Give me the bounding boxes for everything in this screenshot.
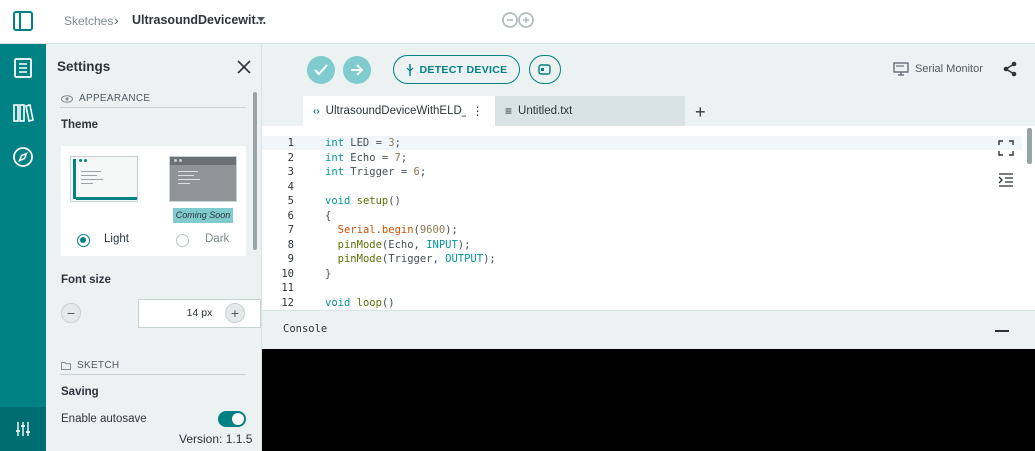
board-selector-button[interactable] — [529, 55, 561, 84]
settings-panel: Settings APPEARANCE Theme Coming Soon Li… — [46, 44, 262, 451]
line-number: 7 — [287, 224, 294, 236]
usb-icon — [406, 63, 413, 76]
line-number: 6 — [287, 209, 294, 222]
tab-sketch-label: UltrasoundDeviceWithELD_5 — [325, 105, 466, 117]
code-line: { — [325, 209, 332, 222]
light-theme-thumbnail[interactable] — [70, 156, 138, 202]
reference-compass-icon[interactable] — [12, 146, 34, 168]
dark-theme-label: Dark — [205, 233, 230, 245]
settings-title: Settings — [57, 59, 111, 74]
editor-tabs: ‹› UltrasoundDeviceWithELD_5 ⋮ ≡ Untitle… — [262, 96, 1035, 126]
line-number: 2 — [287, 151, 294, 164]
version-label: Version: 1.1.5 — [179, 432, 253, 446]
code-line: } — [325, 267, 332, 280]
code-line: pinMode(Trigger, OUTPUT); — [337, 253, 496, 265]
dark-theme-radio[interactable] — [176, 234, 189, 247]
line-number: 1 — [287, 137, 294, 149]
upload-button[interactable] — [343, 56, 371, 84]
editor-scrollbar[interactable] — [1027, 128, 1032, 164]
code-editor[interactable]: 1 2 3 4 5 6 7 8 9 10 11 12 int LED = 3; i… — [262, 126, 1035, 310]
close-icon[interactable] — [237, 60, 251, 74]
sketch-section-heading: SKETCH — [61, 360, 119, 371]
divider — [60, 374, 246, 375]
serial-monitor-label: Serial Monitor — [915, 63, 983, 75]
breadcrumb-sketches[interactable]: Sketches — [64, 14, 113, 28]
folder-icon — [61, 361, 71, 370]
chevron-down-icon[interactable] — [257, 17, 265, 23]
sketchbook-icon[interactable] — [12, 57, 34, 79]
divider — [60, 107, 246, 108]
font-size-increase-button[interactable]: + — [225, 303, 245, 323]
sketch-heading-label: SKETCH — [77, 360, 120, 371]
saving-label: Saving — [61, 386, 99, 398]
appearance-section-heading: APPEARANCE — [61, 93, 150, 104]
code-line: int Echo = 7; — [325, 151, 408, 164]
console-output — [262, 349, 1035, 451]
theme-selector: Coming Soon Light Dark — [61, 146, 246, 256]
left-nav-bar — [0, 44, 46, 451]
libraries-icon[interactable] — [12, 102, 34, 124]
arduino-logo-icon — [502, 12, 534, 28]
code-line: void setup() — [325, 195, 401, 207]
console-label: Console — [283, 323, 328, 335]
autosave-toggle[interactable] — [218, 411, 246, 427]
coming-soon-badge: Coming Soon — [173, 208, 233, 223]
settings-scrollbar[interactable] — [253, 92, 257, 250]
line-number: 3 — [287, 166, 294, 178]
breadcrumb-separator-icon: › — [114, 12, 119, 28]
code-lines: int LED = 3; int Echo = 7; int Trigger = 6… — [325, 136, 496, 310]
light-theme-radio[interactable] — [77, 234, 90, 247]
format-indent-icon[interactable] — [998, 172, 1014, 188]
sliders-icon — [16, 422, 30, 436]
breadcrumb-sketch-name[interactable]: UltrasoundDevicewit... — [132, 13, 266, 27]
theme-label: Theme — [61, 119, 99, 131]
code-line: Serial.begin(9600); — [337, 224, 458, 236]
line-number: 11 — [281, 282, 294, 294]
code-line: int LED = 3; — [325, 137, 401, 149]
dark-theme-thumbnail[interactable] — [169, 156, 237, 202]
font-size-label: Font size — [61, 274, 111, 286]
appearance-heading-label: APPEARANCE — [79, 93, 151, 104]
sidebar-toggle-icon[interactable] — [12, 10, 34, 32]
code-line: pinMode(Echo, INPUT); — [337, 238, 471, 251]
tab-untitled-label: Untitled.txt — [518, 105, 573, 117]
line-number: 9 — [287, 253, 294, 265]
console-header: Console — [262, 310, 1035, 349]
line-number-gutter: 1 2 3 4 5 6 7 8 9 10 11 12 — [262, 136, 294, 310]
fullscreen-icon[interactable] — [998, 140, 1014, 156]
text-file-icon: ≡ — [505, 104, 513, 118]
light-theme-label: Light — [104, 233, 129, 245]
board-icon — [538, 64, 551, 75]
code-file-icon: ‹› — [313, 105, 320, 117]
line-number: 8 — [287, 238, 294, 251]
arrow-right-icon — [351, 64, 364, 76]
line-number: 5 — [287, 195, 294, 207]
autosave-label: Enable autosave — [61, 413, 147, 425]
settings-nav-item[interactable] — [0, 407, 46, 451]
minimize-icon[interactable] — [995, 330, 1009, 332]
checkmark-icon — [314, 64, 328, 76]
font-size-decrease-button[interactable]: − — [61, 303, 81, 323]
toolbar: DETECT DEVICE Serial Monitor — [262, 44, 1035, 96]
verify-button[interactable] — [307, 56, 335, 84]
tab-untitled[interactable]: ≡ Untitled.txt — [495, 96, 685, 126]
code-line: int Trigger = 6; — [325, 166, 427, 178]
tab-sketch[interactable]: ‹› UltrasoundDeviceWithELD_5 ⋮ — [303, 96, 495, 126]
top-bar: Sketches › UltrasoundDevicewit... — [0, 0, 1035, 44]
add-tab-icon[interactable]: + — [695, 102, 706, 123]
tab-more-icon[interactable]: ⋮ — [472, 104, 484, 118]
line-number: 4 — [287, 180, 294, 193]
serial-monitor-button[interactable]: Serial Monitor — [893, 62, 983, 76]
detect-device-button[interactable]: DETECT DEVICE — [393, 55, 520, 84]
line-number: 10 — [281, 267, 294, 280]
code-line: void loop() — [325, 296, 395, 309]
line-number: 12 — [281, 296, 294, 309]
detect-device-label: DETECT DEVICE — [419, 63, 508, 76]
share-icon[interactable] — [1002, 61, 1018, 77]
eye-icon — [61, 94, 73, 103]
monitor-icon — [893, 62, 909, 76]
